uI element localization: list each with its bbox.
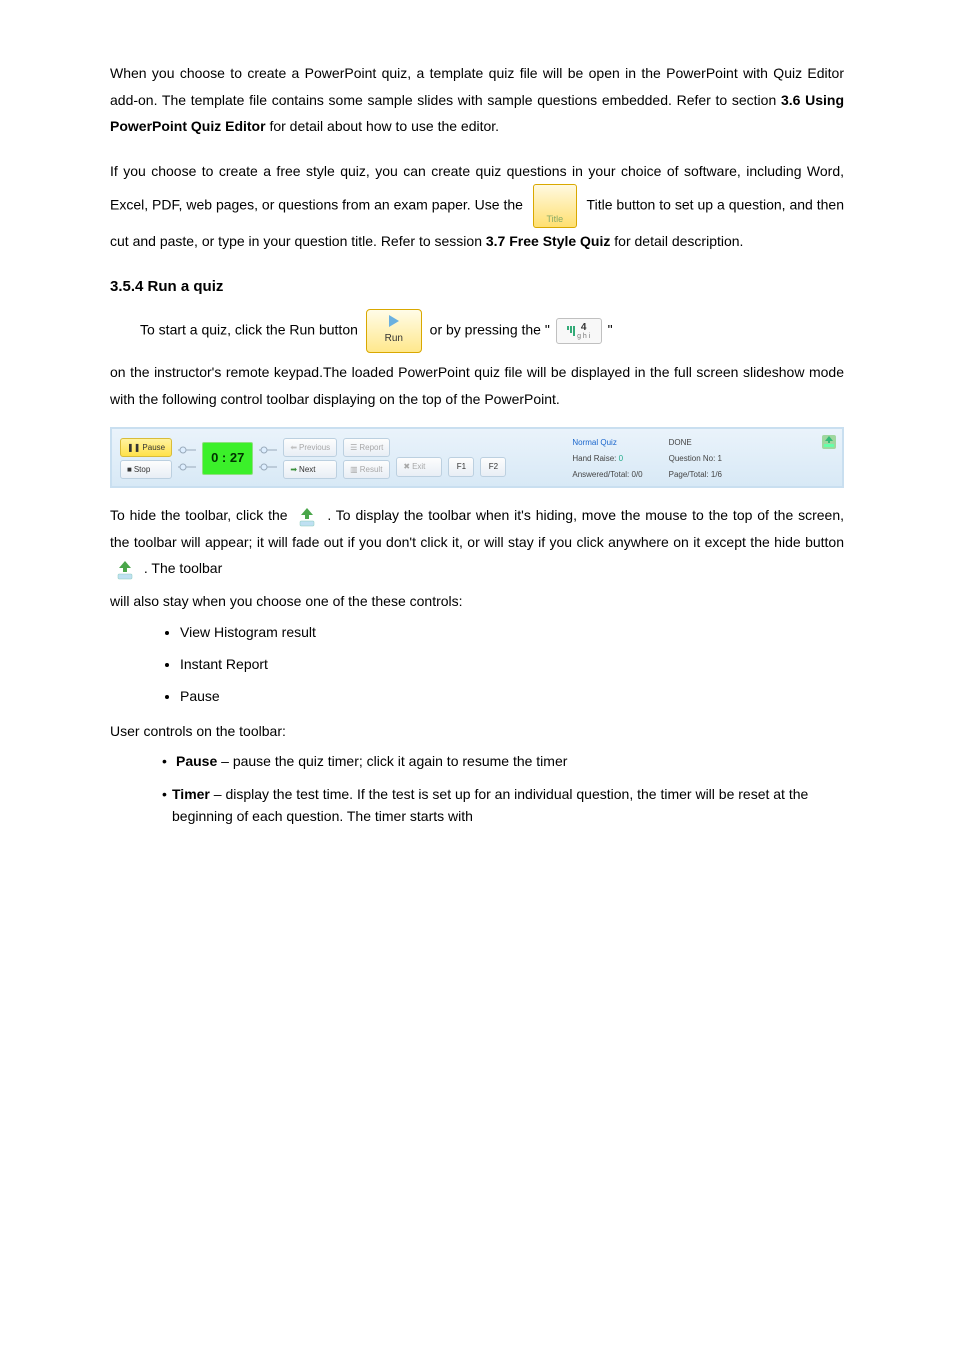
section-ref: 3.7 Free Style Quiz xyxy=(486,233,611,249)
answered-total: Answered/Total: 0/0 xyxy=(572,467,642,482)
body-text: User controls on the toolbar: xyxy=(110,718,844,745)
controls-description-list: Pause – pause the quiz timer; click it a… xyxy=(162,750,844,827)
body-text: will also stay when you choose one of th… xyxy=(110,588,844,615)
hide-toolbar-icon[interactable] xyxy=(114,559,136,581)
body-text: for detail about how to use the editor. xyxy=(269,118,499,134)
body-text: To hide the toolbar, click the xyxy=(110,507,288,523)
title-button-label: Title xyxy=(547,211,564,228)
previous-button[interactable]: ⬅Previous xyxy=(283,438,337,457)
report-button[interactable]: ☰ Report xyxy=(343,438,390,457)
slider-icon xyxy=(178,462,196,472)
question-no: Question No: 1 xyxy=(669,451,722,466)
hide-toolbar-icon[interactable] xyxy=(296,506,318,528)
result-button[interactable]: ▥ Result xyxy=(343,460,390,479)
exit-button[interactable]: ✖ Exit xyxy=(396,457,442,476)
quiz-mode-label: Normal Quiz xyxy=(572,435,642,450)
list-item: View Histogram result xyxy=(180,621,844,643)
stop-button[interactable]: ■ Stop xyxy=(120,460,172,479)
timer-display: 0 : 27 xyxy=(202,442,253,475)
list-item: Instant Report xyxy=(180,653,844,675)
bullet-icon xyxy=(162,783,172,828)
term-desc: – pause the quiz timer; click it again t… xyxy=(217,753,567,769)
heading-354: 3.5.4 Run a quiz xyxy=(110,273,844,302)
body-text: on the instructor's remote keypad.The lo… xyxy=(110,359,844,412)
slider-icon xyxy=(259,445,277,455)
stay-conditions-list: View Histogram result Instant Report Pau… xyxy=(180,621,844,708)
pause-button[interactable]: ❚❚ Pause xyxy=(120,438,172,457)
hand-raise-label: Hand Raise: xyxy=(572,454,616,463)
list-item: Pause xyxy=(180,685,844,707)
quiz-toolbar: ❚❚ Pause ■ Stop 0 : 27 ⬅Previous ➡ Next … xyxy=(110,427,844,489)
body-text: " xyxy=(608,322,613,338)
keypad-4-button[interactable]: 4 g h i xyxy=(556,318,602,344)
run-button[interactable]: Run xyxy=(366,309,422,353)
slider-icon xyxy=(259,462,277,472)
term-desc: – display the test time. If the test is … xyxy=(172,786,808,824)
f2-button[interactable]: F2 xyxy=(480,457,506,476)
title-button[interactable]: Title xyxy=(533,184,577,228)
run-button-label: Run xyxy=(385,329,403,348)
body-text: for detail description. xyxy=(614,233,743,249)
body-text: To start a quiz, click the Run button xyxy=(140,322,358,338)
next-button[interactable]: ➡ Next xyxy=(283,460,337,479)
body-text: . The toolbar xyxy=(144,560,222,576)
page-total: Page/Total: 1/6 xyxy=(669,467,722,482)
signal-bars-icon xyxy=(567,326,575,336)
f1-button[interactable]: F1 xyxy=(448,457,474,476)
key-sub: g h i xyxy=(577,333,590,340)
term-pause: Pause xyxy=(176,753,217,769)
key-number: 4 xyxy=(581,323,587,333)
done-label: DONE xyxy=(669,435,722,450)
hand-raise-value: 0 xyxy=(619,454,623,463)
body-text: When you choose to create a PowerPoint q… xyxy=(110,65,844,108)
collapse-icon[interactable] xyxy=(822,435,836,449)
bullet-icon xyxy=(162,750,176,772)
play-icon xyxy=(389,315,399,327)
term-timer: Timer xyxy=(172,786,210,802)
slider-icon xyxy=(178,445,196,455)
body-text: or by pressing the " xyxy=(430,322,550,338)
